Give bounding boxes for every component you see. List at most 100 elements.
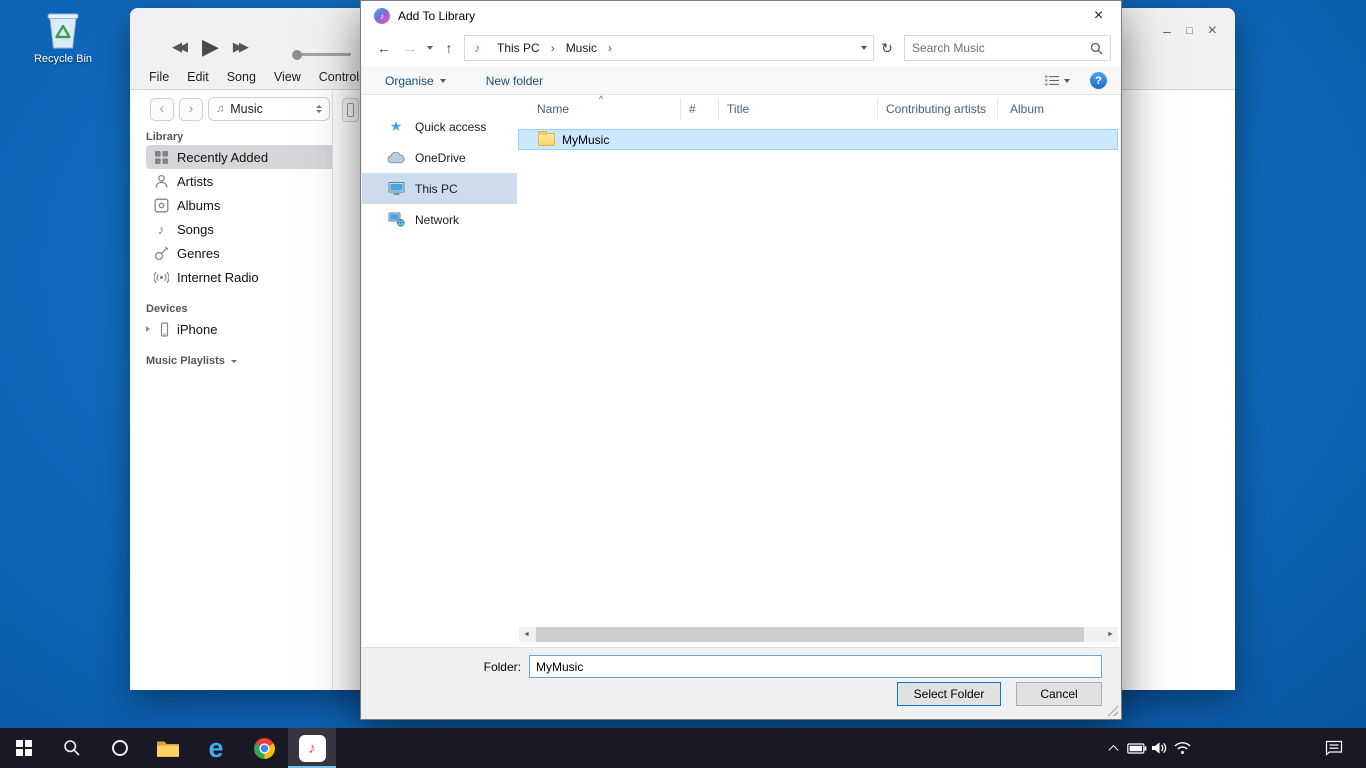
select-folder-button[interactable]: Select Folder — [897, 682, 1001, 706]
folder-name-input[interactable] — [529, 655, 1102, 678]
scrollbar-thumb[interactable] — [536, 627, 1084, 642]
file-row-mymusic[interactable]: MyMusic — [518, 129, 1118, 150]
nav-item-onedrive[interactable]: OneDrive — [362, 142, 517, 173]
back-button[interactable]: ← — [371, 35, 397, 61]
sidebar-item-iphone[interactable]: iPhone — [146, 317, 332, 341]
sidebar-item-label: Songs — [177, 222, 214, 237]
recent-locations-dropdown[interactable] — [423, 46, 436, 50]
taskbar-search-button[interactable] — [48, 728, 96, 768]
chevron-down-icon — [231, 360, 237, 363]
column-header-album[interactable]: Album — [998, 98, 1120, 120]
taskbar: e ♪ — [0, 728, 1366, 768]
sidebar-item-recently-added[interactable]: Recently Added — [146, 145, 332, 169]
playlists-header[interactable]: Music Playlists — [146, 355, 332, 367]
chevron-right-icon[interactable]: › — [548, 41, 558, 55]
disclosure-icon[interactable] — [146, 326, 150, 332]
file-explorer-button[interactable] — [144, 728, 192, 768]
menu-view[interactable]: View — [265, 68, 310, 86]
fast-forward-button[interactable]: ▶▶ — [233, 39, 249, 55]
action-center-button[interactable] — [1312, 728, 1356, 768]
close-button[interactable]: × — [1208, 22, 1217, 40]
dialog-title: Add To Library — [398, 9, 475, 23]
scroll-left-arrow[interactable]: ◄ — [519, 627, 534, 642]
minimize-button[interactable]: – — [1163, 23, 1171, 39]
sidebar-item-songs[interactable]: ♪ Songs — [146, 217, 332, 241]
dialog-titlebar: ♪ Add To Library × — [361, 1, 1121, 31]
up-button[interactable]: ↑ — [436, 35, 462, 61]
volume-indicator[interactable] — [1148, 728, 1171, 768]
edge-button[interactable]: e — [192, 728, 240, 768]
folder-icon — [156, 739, 180, 758]
back-button[interactable]: ‹ — [150, 98, 174, 121]
library-header: Library — [146, 131, 332, 143]
menu-file[interactable]: File — [140, 68, 178, 86]
music-note-icon: ♪ — [380, 11, 385, 21]
menu-song[interactable]: Song — [218, 68, 265, 86]
itunes-taskbar-button[interactable]: ♪ — [288, 728, 336, 768]
volume-knob[interactable] — [292, 50, 302, 60]
sidebar-item-internet-radio[interactable]: Internet Radio — [146, 265, 332, 289]
broadcast-icon — [153, 270, 169, 285]
media-selector[interactable]: ♫ Music — [208, 97, 330, 121]
cortana-button[interactable] — [96, 728, 144, 768]
cancel-button[interactable]: Cancel — [1016, 682, 1102, 706]
forward-button[interactable]: › — [179, 98, 203, 121]
organise-button[interactable]: Organise — [385, 74, 446, 88]
rewind-button[interactable]: ◀◀ — [172, 39, 188, 55]
screen: Recycle Bin ◀◀ ▶ ▶▶ – □ × File Edit Song… — [0, 0, 1366, 768]
sidebar-item-artists[interactable]: Artists — [146, 169, 332, 193]
search-box[interactable] — [904, 35, 1111, 61]
breadcrumb[interactable]: ♪ This PC › Music › — [464, 35, 874, 61]
nav-item-this-pc[interactable]: This PC — [362, 173, 517, 204]
resize-grip-icon[interactable] — [1107, 705, 1118, 716]
dialog-close-button[interactable]: × — [1076, 1, 1121, 31]
sidebar-item-albums[interactable]: Albums — [146, 193, 332, 217]
battery-indicator[interactable] — [1125, 728, 1148, 768]
chevron-right-icon[interactable]: › — [605, 41, 615, 55]
forward-button[interactable]: → — [397, 35, 423, 61]
playback-controls: ◀◀ ▶ ▶▶ — [172, 34, 249, 60]
column-header-title[interactable]: Title — [719, 98, 878, 120]
nav-item-quick-access[interactable]: ★ Quick access — [362, 111, 517, 142]
dialog-footer: Folder: Select Folder Cancel — [361, 647, 1121, 719]
folder-icon — [538, 133, 555, 146]
breadcrumb-this-pc[interactable]: This PC — [489, 36, 548, 60]
maximize-button[interactable]: □ — [1186, 25, 1193, 37]
view-list-icon[interactable] — [1044, 74, 1060, 87]
wifi-icon — [1173, 741, 1192, 755]
play-button[interactable]: ▶ — [202, 34, 219, 60]
folder-label: Folder: — [484, 660, 521, 674]
device-button[interactable] — [342, 98, 359, 122]
artist-icon — [153, 174, 169, 189]
scroll-right-arrow[interactable]: ► — [1103, 627, 1118, 642]
grid-icon — [153, 150, 169, 165]
dialog-buttons: Select Folder Cancel — [897, 682, 1102, 706]
folder-field-row: Folder: — [361, 655, 1102, 678]
nav-item-network[interactable]: Network — [362, 204, 517, 235]
sidebar-item-label: iPhone — [177, 322, 217, 337]
guitar-icon — [153, 246, 169, 261]
network-indicator[interactable] — [1171, 728, 1194, 768]
column-headers: ^ Name # Title Contributing artists Albu… — [517, 98, 1120, 120]
column-header-number[interactable]: # — [681, 98, 719, 120]
search-input[interactable] — [912, 41, 1090, 55]
speaker-icon — [1151, 741, 1168, 755]
scrollbar-track[interactable] — [534, 627, 1103, 642]
start-button[interactable] — [0, 728, 48, 768]
sidebar-item-label: Genres — [177, 246, 220, 261]
sidebar-item-genres[interactable]: Genres — [146, 241, 332, 265]
column-header-contributing-artists[interactable]: Contributing artists — [878, 98, 998, 120]
breadcrumb-music[interactable]: Music — [558, 36, 605, 60]
horizontal-scrollbar[interactable]: ◄ ► — [519, 627, 1118, 642]
show-hidden-icons-button[interactable] — [1102, 728, 1125, 768]
help-button[interactable]: ? — [1090, 72, 1107, 89]
menu-edit[interactable]: Edit — [178, 68, 218, 86]
address-dropdown[interactable] — [855, 46, 873, 50]
volume-slider[interactable] — [293, 53, 351, 56]
chrome-button[interactable] — [240, 728, 288, 768]
refresh-button[interactable]: ↻ — [874, 40, 900, 57]
new-folder-button[interactable]: New folder — [486, 74, 543, 88]
recycle-bin[interactable]: Recycle Bin — [26, 10, 100, 65]
media-selector-spinner[interactable] — [316, 105, 324, 114]
view-dropdown[interactable] — [1064, 79, 1070, 83]
